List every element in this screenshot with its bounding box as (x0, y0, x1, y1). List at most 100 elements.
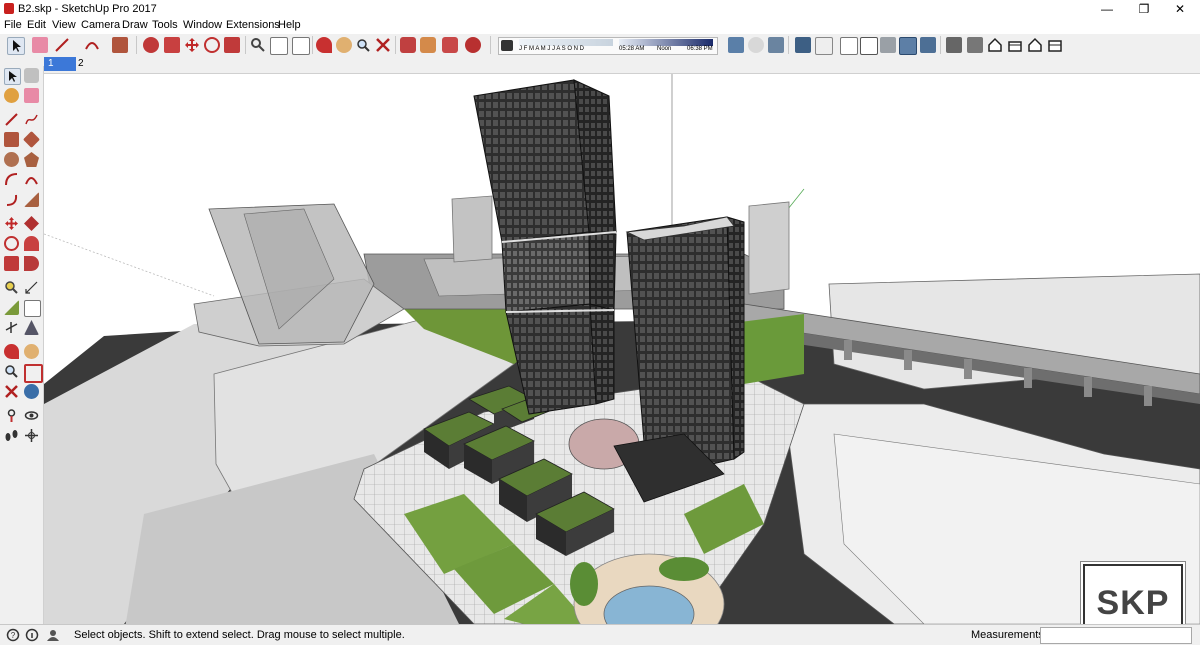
axes-icon[interactable] (4, 320, 19, 335)
two-point-arc-icon[interactable] (24, 172, 39, 187)
measurements-label: Measurements (971, 629, 1044, 641)
walk-icon[interactable] (4, 428, 19, 443)
extension-warehouse-icon[interactable] (442, 37, 458, 53)
right-view-icon[interactable] (1007, 37, 1023, 53)
position-camera-icon[interactable] (4, 408, 19, 423)
geo-location-icon[interactable]: ? (6, 628, 20, 642)
circle-icon[interactable] (4, 152, 19, 167)
close-button[interactable]: ✕ (1158, 0, 1200, 18)
eraser-tool-icon[interactable] (32, 37, 48, 53)
back-edges-icon[interactable] (815, 37, 833, 55)
shaded-textures-icon[interactable] (899, 37, 917, 55)
dimension-icon[interactable] (24, 280, 39, 295)
scale-icon[interactable] (4, 256, 19, 271)
fog-icon[interactable] (748, 37, 764, 53)
menu-edit[interactable]: Edit (27, 19, 46, 31)
scene-tab-2[interactable]: 2 (74, 57, 88, 71)
rotate-tool-icon[interactable] (204, 37, 220, 53)
shaded-icon[interactable] (880, 37, 896, 53)
orbit-tool-icon[interactable] (316, 37, 332, 53)
move-icon[interactable] (4, 216, 19, 231)
tape-measure-icon[interactable] (250, 37, 266, 53)
toolbar-separator (312, 36, 313, 54)
line-icon[interactable] (4, 112, 19, 127)
menu-help[interactable]: Help (278, 19, 301, 31)
model-viewport[interactable]: SKP (44, 74, 1200, 624)
protractor-icon[interactable] (4, 300, 19, 315)
orbit-icon[interactable] (4, 344, 19, 359)
menu-tools[interactable]: Tools (152, 19, 178, 31)
menu-extensions[interactable]: Extensions (226, 19, 280, 31)
zoom-extents-icon[interactable] (4, 384, 19, 399)
menu-view[interactable]: View (52, 19, 76, 31)
month-slider[interactable] (519, 39, 613, 46)
styles-icon[interactable] (728, 37, 744, 53)
arc-icon[interactable] (4, 172, 19, 187)
look-around-icon[interactable] (24, 408, 39, 423)
push-pull-tool-icon[interactable] (143, 37, 159, 53)
paint-bucket-icon[interactable] (4, 88, 19, 103)
hidden-line-icon[interactable] (860, 37, 878, 55)
previous-view-icon[interactable] (24, 384, 39, 399)
iso-view-icon[interactable] (946, 37, 962, 53)
section-plane-icon[interactable] (24, 428, 39, 443)
warehouse-icon[interactable] (400, 37, 416, 53)
time-slider[interactable] (619, 39, 713, 46)
menu-camera[interactable]: Camera (81, 19, 120, 31)
text-tool-icon[interactable] (292, 37, 310, 55)
make-component-icon[interactable] (24, 68, 39, 83)
main-toolbar: J F M A M J J A S O N D 05:28 AM Noon 06… (0, 34, 1200, 57)
status-message: Select objects. Shift to extend select. … (74, 629, 405, 641)
tape-measure-icon[interactable] (4, 280, 19, 295)
menu-draw[interactable]: Draw (122, 19, 148, 31)
pan-icon[interactable] (24, 344, 39, 359)
freehand-icon[interactable] (24, 112, 39, 127)
top-view-icon[interactable] (967, 37, 983, 53)
rotate-icon[interactable] (4, 236, 19, 251)
3d-text-icon[interactable] (24, 320, 39, 335)
left-view-icon[interactable] (1047, 37, 1063, 53)
front-view-icon[interactable] (987, 37, 1003, 53)
skp-watermark-text: SKP (1096, 584, 1170, 622)
back-view-icon[interactable] (1027, 37, 1043, 53)
polygon-icon[interactable] (24, 152, 39, 167)
wireframe-icon[interactable] (840, 37, 858, 55)
scale-tool-icon[interactable] (224, 37, 240, 53)
select-tool-icon[interactable] (7, 37, 25, 55)
shape-tool-icon[interactable] (112, 37, 128, 53)
follow-me-tool-icon[interactable] (164, 37, 180, 53)
offset-icon[interactable] (24, 256, 39, 271)
user-icon[interactable] (45, 628, 61, 642)
select-icon[interactable] (4, 68, 21, 85)
line-tool-icon[interactable] (54, 37, 70, 53)
arc-tool-icon[interactable] (84, 37, 100, 53)
pie-icon[interactable] (24, 192, 39, 207)
rectangle-icon[interactable] (4, 132, 19, 147)
zoom-tool-icon[interactable] (355, 37, 371, 53)
zoom-extents-icon[interactable] (375, 37, 391, 53)
layout-icon[interactable] (465, 37, 481, 53)
push-pull-icon[interactable] (24, 216, 39, 231)
pan-tool-icon[interactable] (336, 37, 352, 53)
three-point-arc-icon[interactable] (4, 192, 19, 207)
monochrome-icon[interactable] (920, 37, 936, 53)
scene-tab-1[interactable]: 1 (44, 57, 76, 71)
share-model-icon[interactable] (420, 37, 436, 53)
section-plane-icon[interactable] (768, 37, 784, 53)
menu-file[interactable]: File (4, 19, 22, 31)
zoom-window-icon[interactable] (24, 364, 43, 383)
text-icon[interactable] (24, 300, 41, 317)
menu-window[interactable]: Window (183, 19, 222, 31)
credits-icon[interactable] (25, 628, 39, 642)
shadow-toggle-icon[interactable] (501, 40, 513, 51)
dimension-tool-icon[interactable] (270, 37, 288, 55)
background-tower-left (451, 195, 493, 263)
move-tool-icon[interactable] (184, 37, 200, 53)
follow-me-icon[interactable] (24, 236, 39, 251)
skp-watermark: SKP (1083, 564, 1183, 624)
rotated-rectangle-icon[interactable] (23, 131, 40, 148)
xray-icon[interactable] (795, 37, 811, 53)
eraser-icon[interactable] (24, 88, 39, 103)
measurements-input[interactable] (1040, 627, 1192, 644)
zoom-icon[interactable] (4, 364, 19, 379)
